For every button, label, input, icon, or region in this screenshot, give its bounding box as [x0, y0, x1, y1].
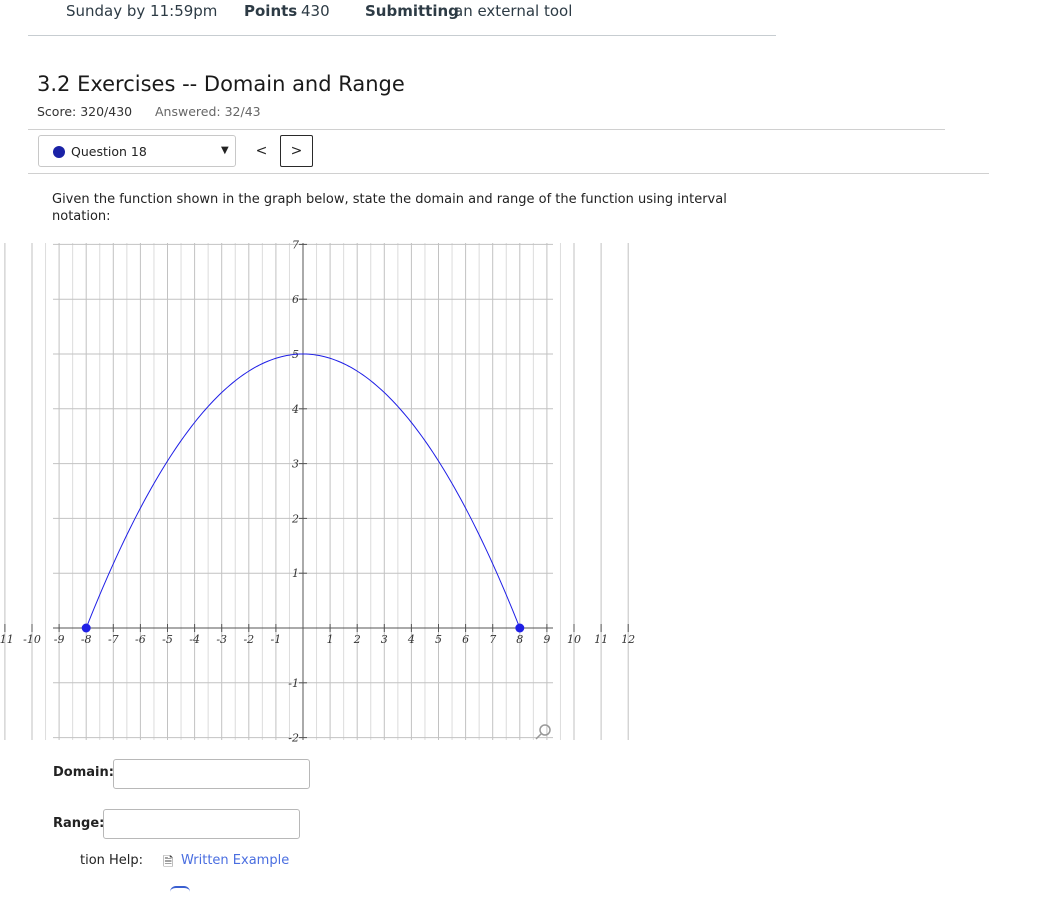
x-tick-label: -6 — [135, 633, 146, 646]
x-tick-label: -8 — [81, 633, 92, 646]
x-tick-label: 7 — [489, 633, 496, 646]
x-tick-label: 3 — [381, 633, 388, 646]
x-tick-label: 4 — [407, 633, 415, 646]
x-tick-label: -10 — [23, 633, 41, 646]
endpoint-marker — [81, 623, 91, 633]
range-label: Range: — [53, 816, 105, 831]
range-input[interactable] — [103, 809, 300, 839]
question-help-label: tion Help: — [80, 853, 144, 868]
written-example-link[interactable]: Written Example — [181, 853, 289, 868]
y-tick-label: 4 — [291, 403, 299, 416]
x-tick-label: -3 — [216, 633, 227, 646]
domain-input[interactable] — [113, 759, 310, 789]
domain-label: Domain: — [53, 765, 114, 780]
x-tick-label: -7 — [108, 633, 119, 646]
y-tick-label: 2 — [291, 512, 299, 525]
endpoint-marker — [515, 623, 525, 633]
document-icon: 🗎 — [163, 855, 174, 870]
x-tick-label: 6 — [462, 633, 469, 646]
y-tick-label: 7 — [292, 238, 299, 251]
y-tick-label: 1 — [292, 567, 299, 580]
x-tick-label: -2 — [243, 633, 254, 646]
y-tick-label: -1 — [288, 677, 299, 690]
y-tick-label: 3 — [292, 458, 299, 471]
x-tick-label: 5 — [435, 633, 442, 646]
magnifier-icon[interactable] — [535, 724, 551, 740]
decorative-swoosh — [170, 886, 190, 892]
x-tick-label: -11 — [0, 633, 14, 646]
x-tick-label: 8 — [516, 633, 523, 646]
x-tick-label: -9 — [54, 633, 65, 646]
x-tick-label: 10 — [567, 633, 581, 646]
x-tick-label: 12 — [621, 633, 635, 646]
x-tick-label: 9 — [543, 633, 550, 646]
x-tick-label: 1 — [327, 633, 334, 646]
x-tick-label: -4 — [189, 633, 200, 646]
x-tick-label: 11 — [594, 633, 608, 646]
x-tick-label: 2 — [353, 633, 361, 646]
y-tick-label: 6 — [292, 293, 299, 306]
x-tick-label: -1 — [271, 633, 282, 646]
y-tick-label: -2 — [288, 732, 299, 745]
x-tick-label: -5 — [162, 633, 173, 646]
